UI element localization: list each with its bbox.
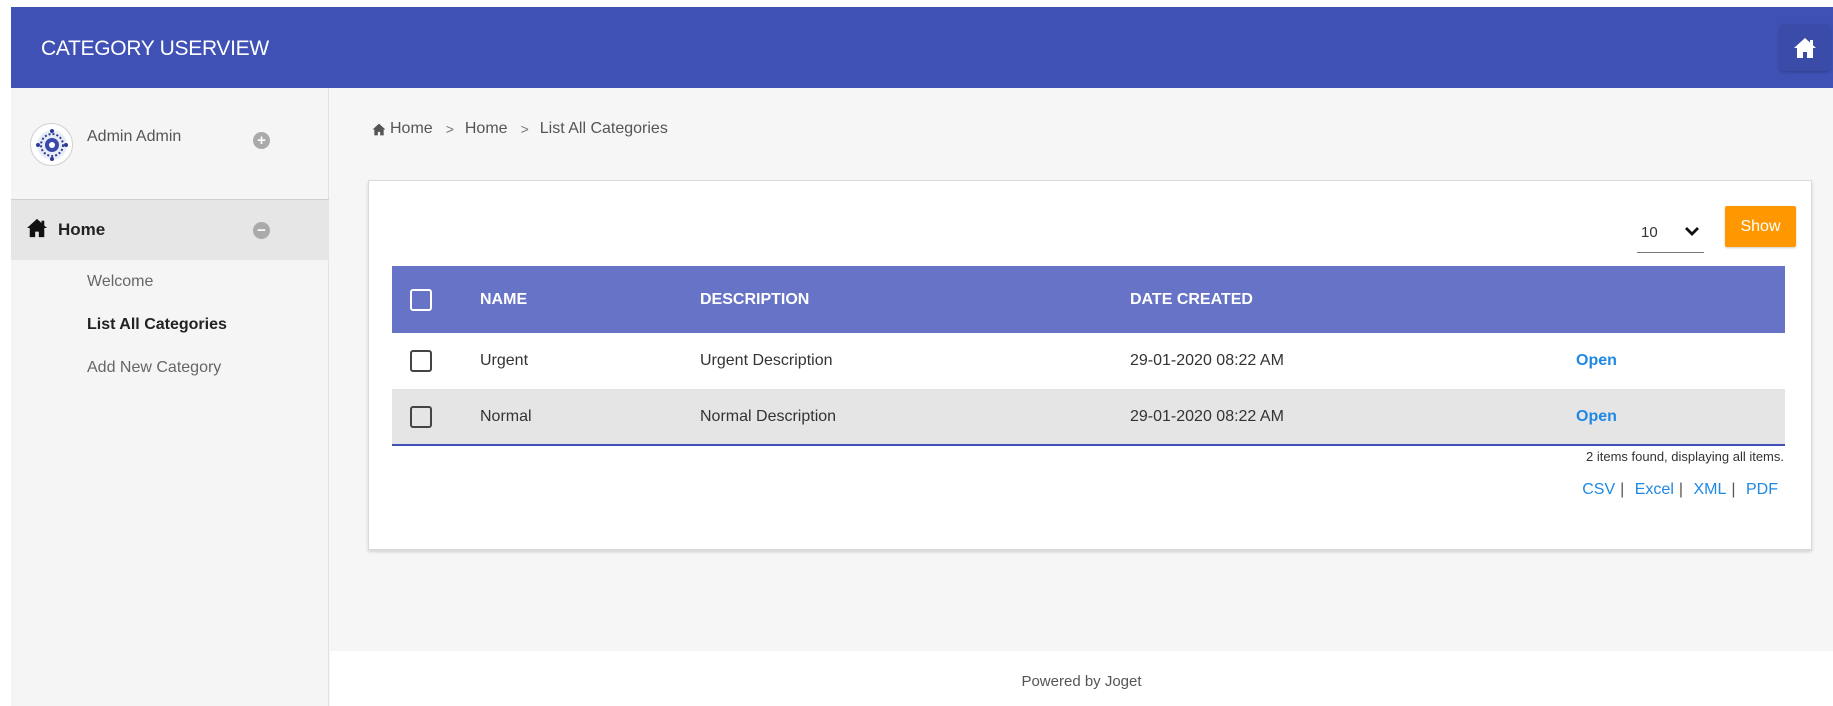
- column-header-date-created[interactable]: DATE CREATED: [1130, 266, 1570, 333]
- breadcrumb-separator: >: [520, 121, 529, 137]
- export-excel-link[interactable]: Excel: [1635, 481, 1674, 498]
- row-checkbox[interactable]: [410, 350, 432, 372]
- cell-name: Urgent: [480, 333, 700, 389]
- table-row: Normal Normal Description 29-01-2020 08:…: [392, 389, 1785, 446]
- header-select-cell: [392, 266, 480, 333]
- sidebar-item-label: Home: [58, 220, 106, 239]
- page-size-value: 10: [1641, 224, 1658, 241]
- cell-date-created: 29-01-2020 08:22 AM: [1130, 333, 1570, 389]
- home-icon: [1794, 38, 1816, 58]
- sidebar-item-welcome[interactable]: Welcome: [87, 273, 227, 316]
- home-icon: [372, 123, 386, 135]
- row-select-cell: [392, 389, 480, 446]
- row-select-cell: [392, 333, 480, 389]
- footer: Powered by Joget: [330, 651, 1833, 706]
- column-header-actions: [1570, 266, 1785, 333]
- list-card: 10 Show NAME DESCRIPTION DATE CREATED Ur…: [368, 180, 1812, 550]
- avatar[interactable]: [30, 123, 73, 166]
- sidebar-item-add-new-category[interactable]: Add New Category: [87, 359, 227, 402]
- breadcrumb-separator: >: [445, 121, 454, 137]
- row-checkbox[interactable]: [410, 405, 432, 428]
- select-all-checkbox[interactable]: [410, 288, 432, 311]
- top-header: CATEGORY USERVIEW: [11, 7, 1833, 88]
- avatar-pattern-icon: [35, 128, 68, 161]
- export-csv-link[interactable]: CSV: [1582, 481, 1615, 498]
- show-button[interactable]: Show: [1725, 206, 1796, 247]
- user-profile: Admin Admin +: [11, 88, 329, 200]
- chevron-down-icon: [1685, 227, 1699, 236]
- page-size-select[interactable]: 10: [1637, 214, 1704, 253]
- cell-action: Open: [1570, 333, 1785, 389]
- footer-text: Powered by Joget: [1021, 673, 1142, 690]
- minus-circle-icon[interactable]: −: [253, 222, 270, 239]
- cell-description: Urgent Description: [700, 333, 1130, 389]
- app-title: CATEGORY USERVIEW: [41, 37, 269, 60]
- breadcrumb-current: List All Categories: [539, 120, 668, 137]
- home-icon: [27, 218, 47, 238]
- cell-action: Open: [1570, 389, 1785, 446]
- column-header-description[interactable]: DESCRIPTION: [700, 266, 1130, 333]
- breadcrumb-home-link[interactable]: Home: [390, 120, 433, 138]
- sidebar: Admin Admin + Home − Welcome List All Ca…: [11, 88, 329, 706]
- plus-circle-icon[interactable]: +: [253, 132, 270, 149]
- cell-name: Normal: [480, 389, 700, 446]
- items-found-summary: 2 items found, displaying all items.: [1586, 449, 1784, 464]
- breadcrumb-home-link-2[interactable]: Home: [465, 120, 508, 138]
- breadcrumb: Home > Home > List All Categories: [372, 120, 668, 138]
- sidebar-submenu: Welcome List All Categories Add New Cate…: [87, 273, 227, 402]
- export-separator: |: [1731, 481, 1736, 498]
- export-xml-link[interactable]: XML: [1693, 481, 1726, 498]
- cell-description: Normal Description: [700, 389, 1130, 446]
- home-button[interactable]: [1780, 25, 1830, 71]
- open-link[interactable]: Open: [1576, 352, 1617, 369]
- app-frame: CATEGORY USERVIEW Admin Admin + Home − W…: [11, 7, 1833, 706]
- categories-table: NAME DESCRIPTION DATE CREATED Urgent Urg…: [392, 266, 1785, 446]
- export-links: CSV | Excel | XML | PDF: [1582, 481, 1778, 499]
- table-row: Urgent Urgent Description 29-01-2020 08:…: [392, 333, 1785, 389]
- sidebar-item-home[interactable]: Home −: [11, 200, 329, 260]
- profile-name: Admin Admin: [87, 128, 182, 145]
- sidebar-item-list-all-categories[interactable]: List All Categories: [87, 316, 227, 359]
- open-link[interactable]: Open: [1576, 408, 1617, 425]
- export-pdf-link[interactable]: PDF: [1746, 481, 1778, 498]
- column-header-name[interactable]: NAME: [480, 266, 700, 333]
- export-separator: |: [1620, 481, 1625, 498]
- table-header-row: NAME DESCRIPTION DATE CREATED: [392, 266, 1785, 333]
- export-separator: |: [1678, 481, 1684, 498]
- cell-date-created: 29-01-2020 08:22 AM: [1130, 389, 1570, 446]
